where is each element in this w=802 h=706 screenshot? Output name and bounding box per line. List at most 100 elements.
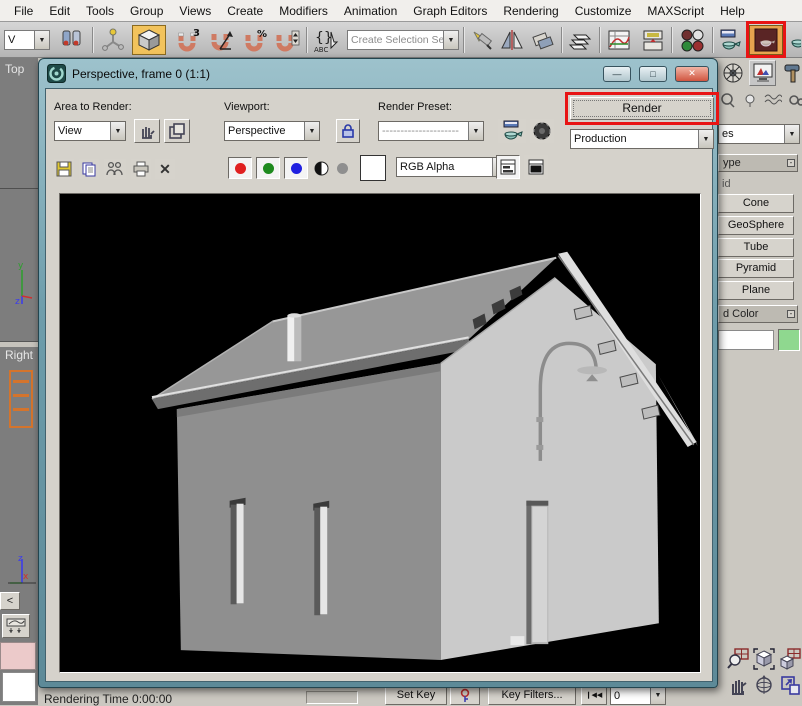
quick-render-button[interactable] (788, 25, 802, 55)
curve-editor-button[interactable] (604, 25, 634, 55)
print-image-button[interactable] (131, 159, 151, 179)
menu-animation[interactable]: Animation (336, 1, 405, 21)
menu-graph-editors[interactable]: Graph Editors (405, 1, 495, 21)
named-selection-set-combo[interactable]: Create Selection Set ▼ (347, 30, 459, 50)
area-to-render-dropdown[interactable]: View ▼ (54, 121, 126, 141)
curve-editor-icon (606, 27, 632, 53)
render-mode-dropdown[interactable]: Production ▼ (570, 129, 714, 149)
name-and-color-rollout[interactable]: d Color - (718, 305, 798, 323)
menu-tools[interactable]: Tools (78, 1, 122, 21)
green-channel-toggle[interactable] (256, 157, 280, 179)
menu-views[interactable]: Views (171, 1, 219, 21)
reference-coordinate-dropdown[interactable]: V ▼ (4, 30, 50, 50)
lock-viewport-button[interactable] (336, 119, 360, 143)
object-button-geosphere[interactable]: GeoSphere (718, 216, 794, 235)
maxscript-listener-white[interactable] (2, 672, 36, 702)
wheel-icon (722, 62, 744, 84)
blue-channel-toggle[interactable] (284, 157, 308, 179)
object-name-field[interactable] (718, 330, 774, 350)
object-button-plane[interactable]: Plane (718, 281, 794, 300)
min-max-toggle-button[interactable] (778, 674, 801, 696)
go-to-start-button[interactable]: ❙◀◀ (581, 686, 607, 705)
select-and-manipulate-button[interactable] (98, 25, 128, 55)
lights-icon[interactable] (742, 92, 758, 108)
auto-region-button[interactable] (164, 119, 190, 143)
set-key-button[interactable]: Set Key (385, 686, 447, 705)
clear-image-button[interactable]: ✕ (155, 159, 175, 179)
environment-dialog-button[interactable] (530, 119, 554, 143)
object-button-cone[interactable]: Cone (718, 194, 794, 213)
menu-create[interactable]: Create (219, 1, 271, 21)
open-mini-curve-editor-button[interactable] (2, 614, 30, 638)
object-type-rollout[interactable]: ype - (718, 154, 798, 172)
save-image-button[interactable] (54, 159, 74, 179)
tab-display[interactable] (749, 60, 776, 86)
toggle-ui-button[interactable] (524, 155, 548, 179)
minimize-button[interactable]: — (603, 66, 631, 82)
menu-file[interactable]: File (6, 1, 41, 21)
red-channel-toggle[interactable] (228, 157, 252, 179)
current-time-field[interactable]: 0 ▼ (610, 686, 666, 705)
channel-display-dropdown[interactable]: RGB Alpha ▼ (396, 157, 508, 177)
menu-customize[interactable]: Customize (567, 1, 640, 21)
key-filters-button[interactable]: Key Filters... (488, 686, 576, 705)
viewport-dropdown[interactable]: Perspective ▼ (224, 121, 320, 141)
schematic-view-button[interactable] (638, 25, 668, 55)
trackbar-scroll-left-button[interactable]: < (0, 592, 20, 610)
rendered-frame-window[interactable]: Perspective, frame 0 (1:1) — □ ✕ Area to… (38, 58, 718, 688)
zoom-all-button[interactable] (726, 648, 749, 670)
edit-named-selection-sets-button[interactable]: {} ABC (311, 25, 343, 55)
arc-rotate-button[interactable] (752, 674, 775, 696)
object-button-tube[interactable]: Tube (718, 238, 794, 257)
menu-edit[interactable]: Edit (41, 1, 78, 21)
alpha-channel-toggle[interactable] (337, 163, 348, 177)
background-color-swatch[interactable] (360, 155, 386, 181)
axis-gizmo-top: y z (14, 258, 36, 308)
set-key-mode-button[interactable] (450, 686, 480, 705)
align-button[interactable] (528, 25, 558, 55)
pan-button[interactable] (726, 674, 749, 696)
copy-image-button[interactable] (79, 159, 99, 179)
isolate-selection-button[interactable] (468, 25, 496, 55)
render-button[interactable]: Render (570, 97, 714, 120)
space-warps-icon[interactable] (764, 93, 782, 107)
layer-manager-button[interactable] (566, 25, 596, 55)
monochrome-toggle[interactable] (314, 161, 329, 179)
menu-help[interactable]: Help (712, 1, 753, 21)
object-button-pyramid[interactable]: Pyramid (718, 259, 794, 278)
render-preset-dropdown[interactable]: --------------------- ▼ (378, 121, 484, 141)
snaps-toggle-3d-button[interactable]: 3 (172, 25, 202, 55)
render-setup-dialog-button[interactable] (498, 119, 526, 143)
toggle-ui-overlays-button[interactable] (496, 155, 520, 179)
maximize-button[interactable]: □ (639, 66, 667, 82)
rendered-image-canvas[interactable] (59, 193, 701, 673)
viewport-splitter[interactable] (0, 341, 38, 347)
use-center-flyout-button[interactable] (56, 25, 88, 55)
material-editor-button[interactable] (676, 25, 708, 55)
object-color-swatch[interactable] (778, 329, 800, 351)
maxscript-listener-pink[interactable] (0, 642, 36, 670)
render-window-titlebar[interactable]: Perspective, frame 0 (1:1) — □ ✕ (45, 59, 711, 88)
primitive-category-dropdown[interactable]: es ▼ (718, 124, 800, 144)
angle-snap-toggle-button[interactable] (206, 25, 236, 55)
menu-modifiers[interactable]: Modifiers (271, 1, 336, 21)
close-button[interactable]: ✕ (675, 66, 709, 82)
tab-motion[interactable] (720, 60, 745, 86)
menu-maxscript[interactable]: MAXScript (639, 1, 712, 21)
zoom-extents-all-button[interactable] (778, 648, 801, 670)
render-setup-button[interactable] (716, 25, 744, 55)
spinner-snap-toggle-button[interactable] (272, 25, 302, 55)
edit-region-button[interactable] (134, 119, 160, 143)
shapes-icon[interactable] (720, 92, 736, 108)
rendered-frame-window-button[interactable] (749, 25, 783, 55)
menu-rendering[interactable]: Rendering (495, 1, 566, 21)
tab-utilities[interactable] (780, 60, 802, 86)
snaps-toggle-button[interactable] (132, 25, 166, 55)
left-viewports[interactable]: Top y z Right z x < (0, 58, 38, 705)
mirror-button[interactable] (498, 25, 526, 55)
clone-window-button[interactable] (104, 159, 126, 179)
zoom-extents-button[interactable] (752, 648, 775, 670)
menu-group[interactable]: Group (122, 1, 171, 21)
percent-snap-toggle-button[interactable]: % (240, 25, 270, 55)
systems-icon[interactable] (788, 92, 802, 108)
